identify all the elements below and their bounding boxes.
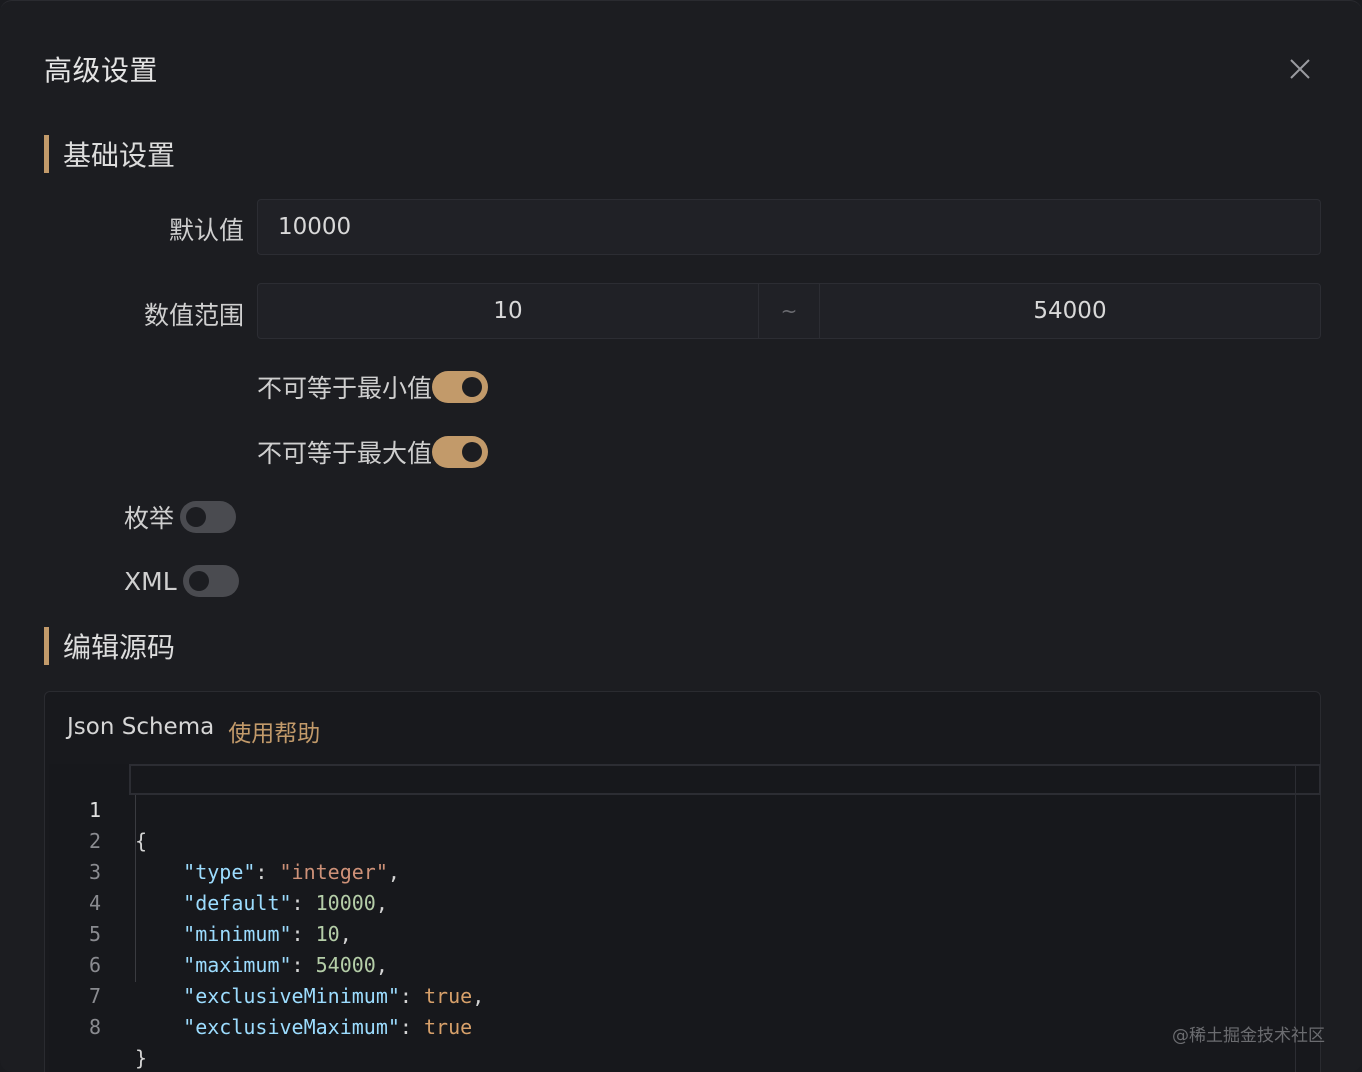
exclusive-max-toggle[interactable] <box>432 436 489 468</box>
section-accent-bar <box>44 627 49 665</box>
xml-toggle[interactable] <box>182 565 239 597</box>
enum-label: 枚举 <box>124 504 175 533</box>
code-line: 2 "type": "integer", <box>49 795 400 884</box>
range-input: 10 ~ 54000 <box>257 283 1321 339</box>
line-number: 8 <box>88 1015 101 1039</box>
json-schema-title: Json Schema <box>67 714 215 740</box>
xml-row: XML <box>124 563 239 599</box>
section-source-header: 编辑源码 <box>44 627 175 665</box>
exclusive-min-label: 不可等于最小值 <box>257 374 433 403</box>
range-separator: ~ <box>758 284 820 338</box>
xml-label: XML <box>124 566 177 596</box>
exclusive-min-toggle[interactable] <box>432 371 489 403</box>
current-line-highlight <box>129 764 1321 795</box>
range-max-input[interactable]: 54000 <box>820 284 1320 338</box>
code-card: Json Schema 使用帮助 1 { 2 "type": "integer"… <box>44 691 1321 1072</box>
code-line: 3 "default": 10000, <box>49 826 388 915</box>
code-text: "exclusiveMinimum": true, <box>183 984 485 1008</box>
advanced-settings-dialog: 高级设置 基础设置 默认值 10000 数值范围 10 ~ 54000 不可等于… <box>0 0 1362 1072</box>
section-basic-title: 基础设置 <box>63 139 176 172</box>
default-value-label: 默认值 <box>168 216 244 245</box>
code-card-header: Json Schema 使用帮助 <box>67 714 320 748</box>
enum-row: 枚举 <box>124 499 237 535</box>
exclusive-max-row: 不可等于最大值 <box>257 434 489 470</box>
code-text: "maximum": 54000, <box>183 953 388 977</box>
dialog-title: 高级设置 <box>44 54 159 87</box>
section-basic-header: 基础设置 <box>44 135 175 173</box>
code-editor[interactable]: 1 { 2 "type": "integer", 3 "default": 10… <box>49 764 1321 1072</box>
code-line: 7 "exclusiveMaximum": true <box>49 950 472 1039</box>
exclusive-max-label: 不可等于最大值 <box>257 439 433 468</box>
code-line: 5 "maximum": 54000, <box>49 888 388 977</box>
range-min-input[interactable]: 10 <box>258 284 758 338</box>
close-icon[interactable] <box>1284 53 1316 85</box>
default-value-text: 10000 <box>278 214 352 240</box>
enum-toggle[interactable] <box>180 501 237 533</box>
help-link[interactable]: 使用帮助 <box>228 714 320 748</box>
default-value-input[interactable]: 10000 <box>257 199 1321 255</box>
section-source-title: 编辑源码 <box>63 631 176 664</box>
exclusive-min-row: 不可等于最小值 <box>257 369 489 405</box>
code-text: "default": 10000, <box>183 891 388 915</box>
code-line: 8 } <box>49 981 147 1070</box>
code-text: "exclusiveMaximum": true <box>183 1015 473 1039</box>
code-text: "type": "integer", <box>183 860 400 884</box>
watermark: @稀土掘金技术社区 <box>1172 1026 1325 1046</box>
section-accent-bar <box>44 135 49 173</box>
range-label: 数值范围 <box>143 301 244 330</box>
code-line: 4 "minimum": 10, <box>49 857 352 946</box>
code-text: "minimum": 10, <box>183 922 352 946</box>
code-text: } <box>135 1046 148 1070</box>
code-line: 1 { <box>49 764 147 853</box>
code-line: 6 "exclusiveMinimum": true, <box>49 919 484 1008</box>
